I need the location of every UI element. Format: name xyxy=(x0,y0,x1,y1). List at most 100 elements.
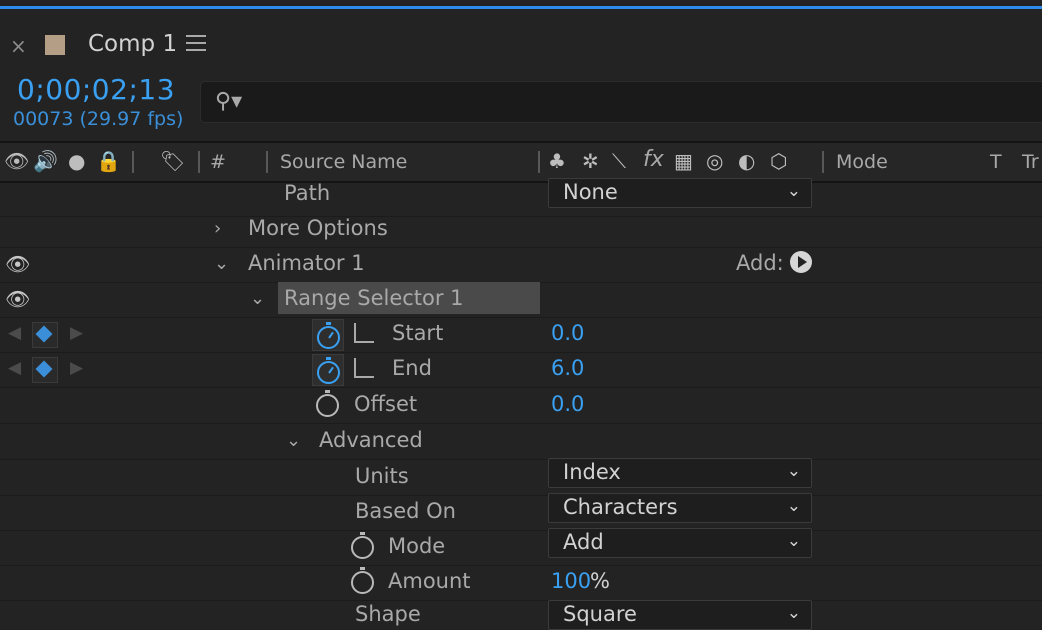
column-divider[interactable] xyxy=(198,151,200,173)
search-field[interactable]: ⚲▾ xyxy=(200,81,1042,123)
track-matte-t-header[interactable]: T xyxy=(990,151,1002,173)
start-label: Start xyxy=(392,321,444,345)
shape-dropdown-value: Square xyxy=(563,602,637,626)
advanced-label: Advanced xyxy=(319,428,423,452)
chevron-right-icon[interactable]: › xyxy=(214,218,221,239)
mode-row: Mode Add ⌄ xyxy=(0,528,1042,566)
search-icon[interactable]: ⚲▾ xyxy=(215,89,242,114)
next-keyframe-icon[interactable]: ▶ xyxy=(70,358,83,378)
amount-value[interactable]: 100 xyxy=(551,569,591,593)
source-name-header[interactable]: Source Name xyxy=(280,151,407,173)
add-label: Add: xyxy=(736,251,784,275)
solo-icon[interactable]: ● xyxy=(68,149,85,173)
motion-blur-icon[interactable]: ◎ xyxy=(706,149,723,173)
frame-blending-icon[interactable]: ▦ xyxy=(674,149,693,173)
based-on-label: Based On xyxy=(355,499,456,523)
path-dropdown-value: None xyxy=(563,180,618,204)
column-divider[interactable] xyxy=(538,151,540,173)
range-selector-label[interactable]: Range Selector 1 xyxy=(284,286,464,310)
mode-dropdown[interactable]: Add ⌄ xyxy=(548,528,812,558)
label-tag-icon[interactable]: 🏷 xyxy=(160,149,185,173)
chevron-down-icon[interactable]: ⌄ xyxy=(286,430,301,451)
video-eye-icon[interactable]: 👁 xyxy=(4,149,29,173)
units-row: Units Index ⌄ xyxy=(0,458,1042,496)
column-divider[interactable] xyxy=(132,151,134,173)
mode-dropdown-value: Add xyxy=(563,530,604,554)
previous-keyframe-icon[interactable]: ◀ xyxy=(8,358,21,378)
units-dropdown-value: Index xyxy=(563,460,621,484)
graph-editor-icon[interactable] xyxy=(354,323,374,343)
amount-label: Amount xyxy=(388,569,471,593)
layer-number-header[interactable]: # xyxy=(210,151,226,173)
window-top-border xyxy=(0,0,1042,3)
chevron-down-icon: ⌄ xyxy=(786,181,801,201)
shape-dropdown[interactable]: Square ⌄ xyxy=(548,600,812,630)
amount-row: Amount 100 % xyxy=(0,565,1042,601)
mode-header[interactable]: Mode xyxy=(836,151,888,173)
eye-icon[interactable]: 👁 xyxy=(5,287,30,311)
chevron-down-icon[interactable]: ⌄ xyxy=(214,253,229,274)
animator-row[interactable]: 👁 ⌄ Animator 1 Add: xyxy=(0,247,1042,283)
stopwatch-button[interactable] xyxy=(312,354,344,386)
path-dropdown[interactable]: None ⌄ xyxy=(548,178,812,208)
end-value[interactable]: 6.0 xyxy=(551,356,584,380)
add-menu-button[interactable] xyxy=(790,251,812,273)
collapse-transform-icon[interactable]: ✲ xyxy=(582,149,599,173)
column-divider[interactable] xyxy=(266,151,268,173)
panel-menu-icon[interactable] xyxy=(186,35,206,56)
based-on-row: Based On Characters ⌄ xyxy=(0,493,1042,531)
next-keyframe-icon[interactable]: ▶ xyxy=(70,323,83,343)
stopwatch-icon[interactable] xyxy=(351,532,374,559)
keyframe-diamond-icon xyxy=(35,325,53,343)
stopwatch-active-icon xyxy=(317,357,340,384)
stopwatch-active-icon xyxy=(317,322,340,349)
eye-icon[interactable]: 👁 xyxy=(5,252,30,276)
comp-color-swatch[interactable] xyxy=(45,35,65,55)
current-time-display[interactable]: 0;00;02;13 xyxy=(17,73,175,106)
stopwatch-icon[interactable] xyxy=(351,567,374,594)
keyframe-toggle[interactable] xyxy=(32,357,58,383)
chevron-down-icon: ⌄ xyxy=(786,531,801,551)
chevron-down-icon: ⌄ xyxy=(786,496,801,516)
based-on-dropdown[interactable]: Characters ⌄ xyxy=(548,493,812,523)
stopwatch-icon[interactable] xyxy=(316,390,339,417)
effects-icon[interactable]: fx xyxy=(643,147,664,172)
graph-editor-icon[interactable] xyxy=(354,358,374,378)
start-row: ◀ ▶ Start 0.0 xyxy=(0,317,1042,353)
start-value[interactable]: 0.0 xyxy=(551,321,584,345)
shape-label: Shape xyxy=(355,602,421,626)
end-row: ◀ ▶ End 6.0 xyxy=(0,352,1042,388)
track-matte-header[interactable]: Tr xyxy=(1022,151,1039,173)
based-on-dropdown-value: Characters xyxy=(563,495,678,519)
path-label: Path xyxy=(284,181,331,205)
offset-label: Offset xyxy=(354,392,418,416)
previous-keyframe-icon[interactable]: ◀ xyxy=(8,323,21,343)
offset-value[interactable]: 0.0 xyxy=(551,392,584,416)
3d-layer-icon[interactable]: ⬡ xyxy=(770,149,787,173)
layer-column-header: 👁 🔊 ● 🔒 🏷 # Source Name ♣ ✲ ⟍ fx ▦ ◎ ◐ ⬡… xyxy=(0,141,1042,183)
lock-icon[interactable]: 🔒 xyxy=(96,149,121,173)
mode-label: Mode xyxy=(388,534,446,558)
keyframe-toggle[interactable] xyxy=(32,322,58,348)
advanced-row[interactable]: ⌄ Advanced xyxy=(0,424,1042,460)
stopwatch-button[interactable] xyxy=(312,319,344,351)
tab-title[interactable]: Comp 1 xyxy=(88,31,177,57)
audio-icon[interactable]: 🔊 xyxy=(33,149,58,173)
quality-icon[interactable]: ⟍ xyxy=(612,149,626,173)
chevron-down-icon: ⌄ xyxy=(786,461,801,481)
close-tab-icon[interactable]: × xyxy=(10,34,27,58)
shy-icon[interactable]: ♣ xyxy=(548,149,566,173)
shape-row: Shape Square ⌄ xyxy=(0,600,1042,630)
range-selector-row[interactable]: 👁 ⌄ Range Selector 1 xyxy=(0,282,1042,318)
end-label: End xyxy=(392,356,432,380)
keyframe-diamond-icon xyxy=(35,360,53,378)
chevron-down-icon: ⌄ xyxy=(786,603,801,623)
chevron-down-icon[interactable]: ⌄ xyxy=(250,288,265,309)
more-options-row[interactable]: › More Options xyxy=(0,212,1042,248)
column-divider[interactable] xyxy=(822,151,824,173)
panel-tab-bar: × Comp 1 xyxy=(0,9,1042,69)
adjustment-layer-icon[interactable]: ◐ xyxy=(738,149,755,173)
units-dropdown[interactable]: Index ⌄ xyxy=(548,458,812,488)
offset-row: Offset 0.0 xyxy=(0,388,1042,424)
frame-count-display: 00073 (29.97 fps) xyxy=(13,108,184,130)
